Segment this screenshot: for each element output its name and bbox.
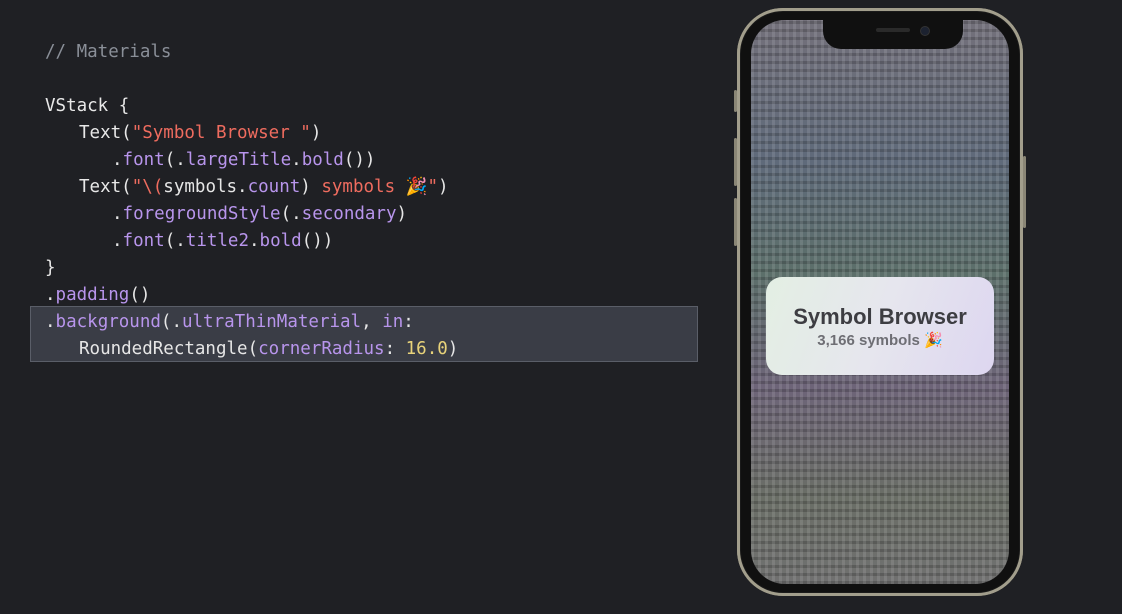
code-line-text1: Text("Symbol Browser "): [79, 120, 321, 147]
comment-text: // Materials: [45, 42, 172, 62]
dot-token: .: [112, 150, 123, 170]
card-subtitle: 3,166 symbols 🎉: [817, 332, 943, 349]
paren-token: ): [396, 204, 408, 224]
paren-token: ): [300, 177, 311, 197]
string-literal: "\(: [131, 177, 164, 197]
code-line-vstack: VStack {: [45, 93, 129, 120]
rounded-rectangle-token: RoundedRectangle(: [79, 339, 259, 359]
bold-token: bold: [259, 231, 302, 251]
notch: [823, 20, 963, 49]
paren-token: ()): [343, 150, 376, 170]
text-token: Text(: [79, 177, 132, 197]
foreground-style-modifier: foregroundStyle: [122, 204, 281, 224]
material-token: ultraThinMaterial: [181, 312, 362, 332]
dot-token: .: [112, 231, 123, 251]
iphone-preview: Symbol Browser 3,166 symbols 🎉: [734, 8, 1026, 596]
material-card: Symbol Browser 3,166 symbols 🎉: [766, 277, 994, 375]
text-token: Text(: [79, 123, 132, 143]
code-comment: // Materials: [45, 39, 171, 66]
paren-token: ): [310, 123, 322, 143]
code-line-padding: .padding(): [45, 282, 150, 309]
code-line-font1: .font(.largeTitle.bold()): [112, 147, 375, 174]
secondary-token: secondary: [301, 204, 397, 224]
brace-token: }: [45, 258, 56, 278]
padding-modifier: padding: [55, 285, 130, 305]
silent-switch: [734, 90, 737, 112]
speaker-icon: [876, 28, 910, 32]
symbols-token: symbols.: [163, 177, 248, 197]
code-line-brace: }: [45, 255, 56, 282]
number-literal: 16.0: [405, 339, 448, 359]
dot-token: .: [112, 204, 123, 224]
code-line-background: .background(.ultraThinMaterial, in:: [45, 309, 414, 336]
font-modifier: font: [122, 231, 165, 251]
dot-token: .: [45, 312, 56, 332]
quote-token: ": [427, 177, 438, 197]
corner-radius-label: cornerRadius: [258, 339, 385, 359]
colon-token: :: [403, 312, 414, 332]
code-editor[interactable]: // Materials VStack { Text("Symbol Brows…: [0, 0, 720, 614]
volume-up-button: [734, 138, 737, 186]
code-line-rounded-rect: RoundedRectangle(cornerRadius: 16.0): [79, 336, 458, 363]
paren-token: ()): [301, 231, 334, 251]
code-line-text2: Text("\(symbols.count) symbols 🎉"): [79, 174, 449, 201]
paren-token: (.: [164, 231, 186, 251]
vstack-token: VStack {: [45, 96, 130, 116]
bold-token: bold: [301, 150, 344, 170]
dot-token: .: [45, 285, 56, 305]
volume-down-button: [734, 198, 737, 246]
title2-token: title2: [185, 231, 249, 251]
side-button: [1023, 156, 1026, 228]
colon-token: :: [384, 339, 406, 359]
comma-token: ,: [361, 312, 383, 332]
in-label: in: [382, 312, 404, 332]
paren-token: (.: [160, 312, 182, 332]
paren-token: ): [447, 339, 459, 359]
paren-token: (.: [280, 204, 302, 224]
string-literal: "Symbol Browser ": [131, 123, 311, 143]
string-literal: symbols 🎉: [310, 177, 428, 197]
count-token: count: [247, 177, 301, 197]
background-modifier: background: [55, 312, 161, 332]
camera-icon: [920, 26, 930, 36]
card-title: Symbol Browser: [793, 304, 967, 329]
paren-token: ): [438, 177, 449, 197]
dot-token: .: [291, 150, 302, 170]
code-line-foreground: .foregroundStyle(.secondary): [112, 201, 407, 228]
dot-token: .: [249, 231, 260, 251]
paren-token: (.: [164, 150, 186, 170]
phone-screen: Symbol Browser 3,166 symbols 🎉: [751, 20, 1009, 584]
paren-token: (): [129, 285, 151, 305]
large-title-token: largeTitle: [185, 150, 292, 170]
code-line-font2: .font(.title2.bold()): [112, 228, 333, 255]
font-modifier: font: [122, 150, 165, 170]
